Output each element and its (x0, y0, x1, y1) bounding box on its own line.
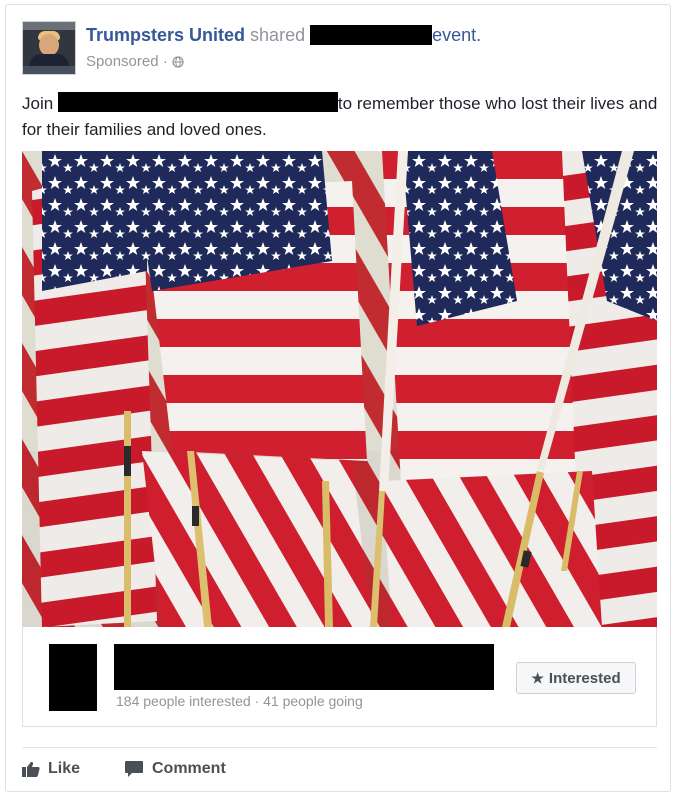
thumbs-up-icon (22, 761, 40, 777)
event-attachment[interactable]: 184 people interested · 41 people going … (22, 627, 657, 727)
redacted-event-name (57, 92, 338, 112)
interested-label: Interested (548, 669, 621, 687)
event-link[interactable]: event. (432, 25, 481, 45)
interested-button[interactable]: ★ Interested (516, 662, 636, 694)
page-name-link[interactable]: Trumpsters United (86, 25, 245, 45)
sponsored-text: Sponsored · (86, 53, 168, 70)
comment-icon (125, 761, 143, 777)
sponsored-post-card: Trumpsters United shared event. Sponsore… (5, 4, 671, 792)
like-label: Like (48, 760, 81, 777)
redacted-event-title (114, 644, 494, 690)
sponsored-label: Sponsored · (86, 53, 184, 70)
shared-text: shared (250, 25, 306, 45)
comment-button[interactable]: Comment (124, 757, 226, 781)
post-body-prefix: Join (22, 94, 54, 113)
page-avatar[interactable] (22, 21, 76, 75)
globe-icon (172, 55, 184, 68)
redacted-event-owner (310, 25, 433, 45)
flags-image (22, 151, 657, 627)
like-button[interactable]: Like (22, 757, 80, 781)
redacted-event-date (49, 644, 97, 711)
post-header: Trumpsters United shared event. (86, 25, 481, 46)
event-stats: 184 people interested · 41 people going (116, 693, 363, 709)
event-cover-photo[interactable] (22, 151, 657, 627)
post-body: Join to remember those who lost their li… (22, 91, 662, 143)
action-divider (22, 747, 657, 748)
star-icon: ★ (531, 669, 544, 686)
comment-label: Comment (152, 760, 226, 777)
